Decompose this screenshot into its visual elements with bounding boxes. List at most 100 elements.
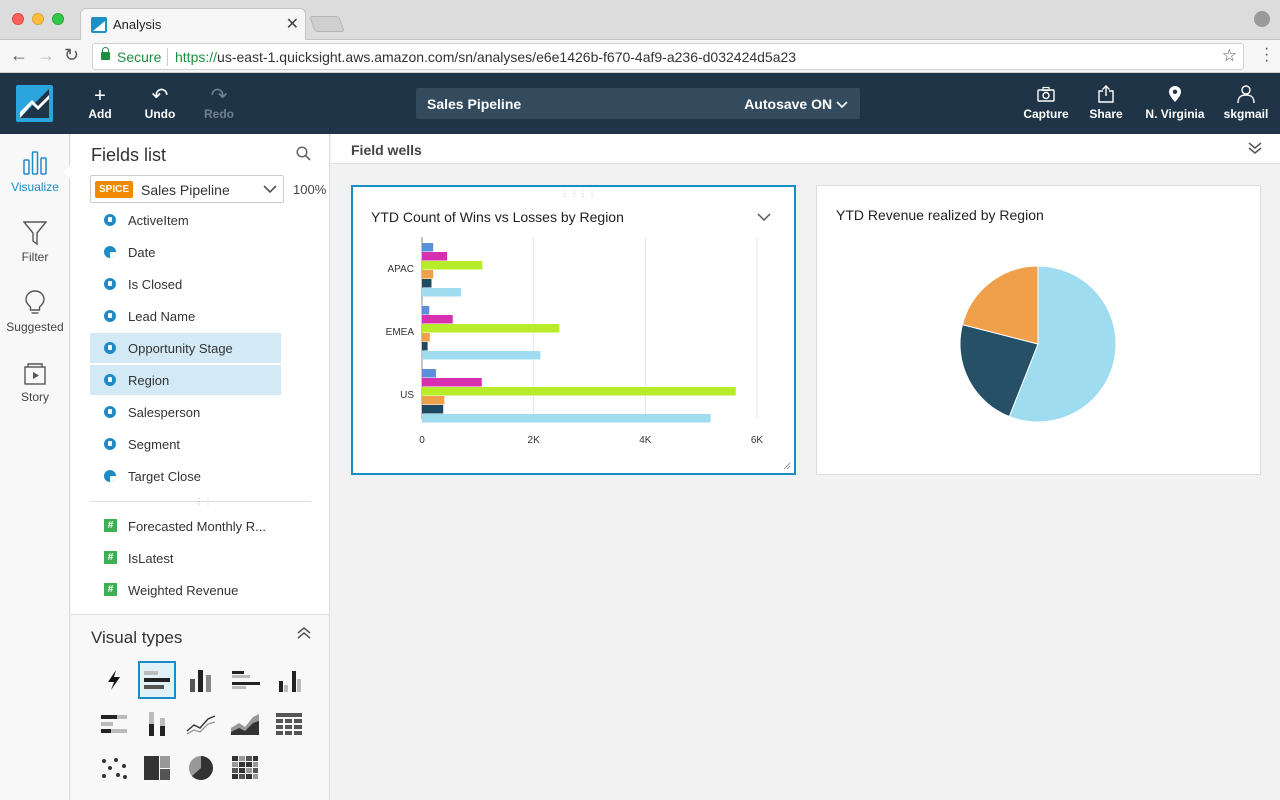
string-field-icon — [104, 406, 116, 418]
search-icon[interactable] — [296, 146, 311, 161]
field-item-islatest[interactable]: # IsLatest — [90, 543, 311, 573]
stacked-horizontal-bar-icon[interactable] — [95, 705, 133, 743]
clustered-horizontal-bar-icon[interactable] — [226, 661, 264, 699]
resize-handle-icon[interactable] — [783, 462, 791, 470]
line-chart-icon[interactable] — [182, 705, 220, 743]
field-item-region[interactable]: Region — [90, 365, 281, 395]
bookmark-star-icon[interactable]: ☆ — [1222, 46, 1237, 66]
bar[interactable] — [422, 351, 541, 360]
string-field-icon — [104, 438, 116, 450]
dataset-select[interactable]: SPICE Sales Pipeline — [90, 175, 284, 203]
rail-label-story: Story — [20, 390, 49, 404]
close-window-button[interactable] — [12, 13, 24, 25]
clustered-vertical-bar-icon[interactable] — [270, 661, 308, 699]
field-item-is-closed[interactable]: Is Closed — [90, 269, 281, 299]
analysis-name-box[interactable]: Sales Pipeline Autosave ON — [416, 88, 860, 119]
browser-menu-icon[interactable]: · · · — [1264, 41, 1269, 69]
bar-chart-icon — [0, 148, 70, 176]
bar[interactable] — [422, 396, 445, 405]
field-item-opportunity-stage[interactable]: Opportunity Stage — [90, 333, 281, 363]
bar[interactable] — [422, 306, 430, 315]
reload-icon[interactable]: ↻ — [64, 45, 79, 66]
divider-drag-handle[interactable]: ⋮⋮ — [195, 497, 213, 506]
field-item-lead-name[interactable]: Lead Name — [90, 301, 281, 331]
new-tab-button[interactable] — [309, 16, 345, 32]
field-label: Salesperson — [128, 405, 201, 420]
bar-chart-visual[interactable]: ⋮⋮⋮⋮ YTD Count of Wins vs Losses by Regi… — [351, 185, 796, 475]
double-chevron-up-icon[interactable] — [297, 627, 311, 639]
field-label: Weighted Revenue — [128, 583, 239, 598]
field-item-forecasted-monthly-revenue[interactable]: # Forecasted Monthly R... — [90, 511, 311, 541]
redo-icon: ↷ — [210, 85, 228, 107]
capture-button[interactable]: Capture — [1016, 85, 1076, 121]
user-label: skgmail — [1223, 107, 1269, 121]
bar[interactable] — [422, 261, 483, 270]
area-chart-icon[interactable] — [226, 705, 264, 743]
undo-button[interactable]: ↶ Undo — [130, 85, 190, 121]
bar[interactable] — [422, 387, 736, 396]
horizontal-bar-icon[interactable] — [138, 661, 176, 699]
date-field-icon — [104, 470, 116, 482]
field-item-segment[interactable]: Segment — [90, 429, 281, 459]
bar[interactable] — [422, 324, 560, 333]
bar[interactable] — [422, 405, 444, 414]
address-bar[interactable]: Secure https://us-east-1.quicksight.aws.… — [92, 43, 1244, 70]
scatter-plot-icon[interactable] — [95, 749, 133, 787]
spice-badge: SPICE — [95, 181, 134, 198]
bar[interactable] — [422, 315, 453, 324]
back-arrow-icon[interactable]: ← — [10, 45, 28, 66]
minimize-window-button[interactable] — [32, 13, 44, 25]
bar[interactable] — [422, 252, 448, 261]
story-icon — [0, 358, 70, 386]
pie-chart-canvas — [959, 265, 1117, 423]
forward-arrow-icon[interactable]: → — [37, 45, 55, 66]
redo-label: Redo — [204, 107, 234, 121]
redo-button[interactable]: ↷ Redo — [189, 85, 249, 121]
field-item-target-close[interactable]: Target Close — [90, 461, 281, 491]
vertical-bar-icon[interactable] — [182, 661, 220, 699]
rail-item-story[interactable]: Story — [0, 358, 70, 404]
rail-item-visualize[interactable]: Visualize — [0, 148, 70, 194]
bar[interactable] — [422, 333, 430, 342]
share-icon — [1076, 85, 1136, 107]
maximize-window-button[interactable] — [52, 13, 64, 25]
pie-chart-icon[interactable] — [182, 749, 220, 787]
field-label: Region — [128, 373, 170, 388]
user-button[interactable]: skgmail — [1216, 85, 1276, 121]
funnel-icon — [0, 218, 70, 246]
bar[interactable] — [422, 279, 432, 288]
browser-tab[interactable]: Analysis ✕ — [80, 8, 306, 40]
visual-types-title: Visual types — [91, 628, 183, 647]
bar[interactable] — [422, 243, 434, 252]
field-item-weighted-revenue[interactable]: # Weighted Revenue — [90, 575, 311, 605]
bar[interactable] — [422, 342, 428, 351]
stacked-vertical-bar-icon[interactable] — [138, 705, 176, 743]
region-button[interactable]: N. Virginia — [1140, 85, 1210, 121]
heat-map-icon[interactable] — [226, 749, 264, 787]
share-button[interactable]: Share — [1076, 85, 1136, 121]
double-chevron-down-icon[interactable] — [1248, 142, 1262, 154]
lock-icon — [101, 47, 110, 60]
field-wells-label: Field wells — [351, 142, 422, 158]
pivot-table-icon[interactable] — [270, 705, 308, 743]
rail-item-suggested[interactable]: Suggested — [0, 288, 70, 334]
tab-close-icon[interactable]: ✕ — [286, 14, 299, 34]
field-item-activeitem[interactable]: ActiveItem — [90, 205, 281, 235]
field-wells-bar[interactable]: Field wells — [331, 134, 1280, 164]
bar[interactable] — [422, 378, 482, 387]
autosave-dropdown[interactable]: Autosave ON — [744, 96, 848, 112]
bar[interactable] — [422, 288, 462, 297]
tree-map-icon[interactable] — [138, 749, 176, 787]
browser-profile-icon[interactable] — [1254, 11, 1270, 27]
bar[interactable] — [422, 369, 436, 378]
autograph-icon[interactable] — [95, 661, 133, 699]
field-item-date[interactable]: Date — [90, 237, 281, 267]
pie-chart-visual[interactable]: YTD Revenue realized by Region — [816, 185, 1261, 475]
quicksight-logo-icon[interactable] — [16, 85, 53, 122]
field-label: Date — [128, 245, 156, 260]
rail-item-filter[interactable]: Filter — [0, 218, 70, 264]
add-button[interactable]: + Add — [70, 85, 130, 121]
field-item-salesperson[interactable]: Salesperson — [90, 397, 281, 427]
bar[interactable] — [422, 270, 434, 279]
bar[interactable] — [422, 414, 711, 423]
